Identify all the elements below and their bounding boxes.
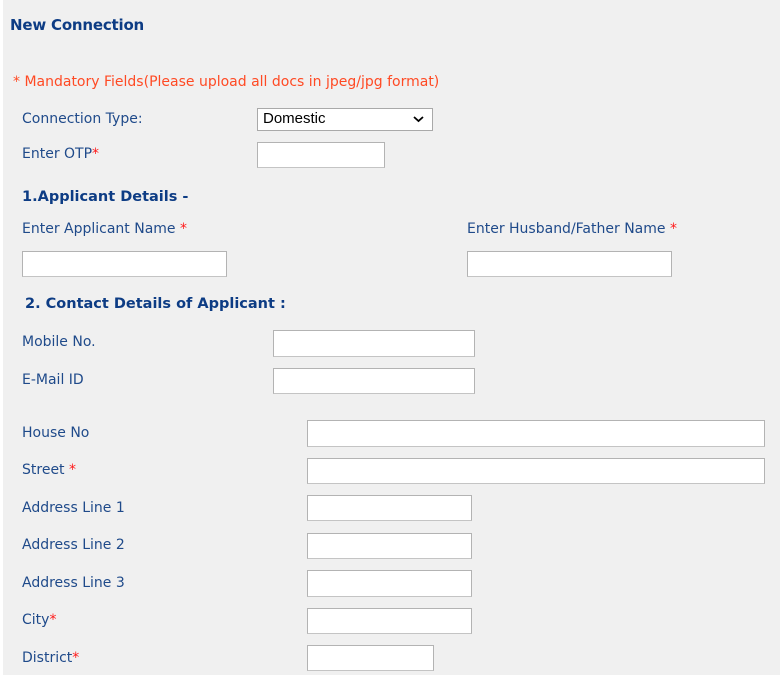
contact-details-heading: 2. Contact Details of Applicant : [25,296,286,312]
city-label-text: City [22,612,50,628]
chevron-down-icon [413,116,424,123]
district-label: District* [22,650,79,666]
address-line-1-input[interactable] [307,495,472,521]
required-marker: * [669,221,677,237]
guardian-name-label: Enter Husband/Father Name * [467,221,677,237]
otp-label-text: Enter OTP [22,146,93,162]
mobile-label: Mobile No. [22,334,96,350]
street-label: Street * [22,462,76,478]
address-line-1-label: Address Line 1 [22,500,125,516]
city-label: City* [22,612,56,628]
guardian-name-input[interactable] [467,251,672,277]
mandatory-fields-note: * Mandatory Fields(Please upload all doc… [13,74,440,90]
house-no-label: House No [22,425,90,441]
connection-type-value: Domestic [263,110,326,127]
guardian-name-label-text: Enter Husband/Father Name [467,221,670,237]
district-input[interactable] [307,645,434,671]
required-marker: * [69,462,76,478]
email-label: E-Mail ID [22,372,84,388]
connection-type-label: Connection Type: [22,111,143,127]
applicant-details-heading: 1.Applicant Details - [22,189,189,205]
required-marker: * [49,612,57,628]
district-label-text: District [22,650,73,666]
required-marker: * [180,221,187,237]
applicant-name-label: Enter Applicant Name * [22,221,187,237]
street-input[interactable] [307,458,765,484]
page-title: New Connection [10,16,145,34]
otp-input[interactable] [257,142,385,168]
otp-label: Enter OTP* [22,146,99,162]
address-line-3-label: Address Line 3 [22,575,125,591]
address-line-2-input[interactable] [307,533,472,559]
required-marker: * [92,146,100,162]
applicant-name-input[interactable] [22,251,227,277]
address-line-2-label: Address Line 2 [22,537,125,553]
mobile-input[interactable] [273,330,475,357]
house-no-input[interactable] [307,420,765,447]
required-marker: * [72,650,80,666]
connection-type-select[interactable]: Domestic [257,108,433,131]
email-input[interactable] [273,368,475,394]
city-input[interactable] [307,608,472,634]
street-label-text: Street [22,462,69,478]
address-line-3-input[interactable] [307,570,472,597]
applicant-name-label-text: Enter Applicant Name [22,221,180,237]
